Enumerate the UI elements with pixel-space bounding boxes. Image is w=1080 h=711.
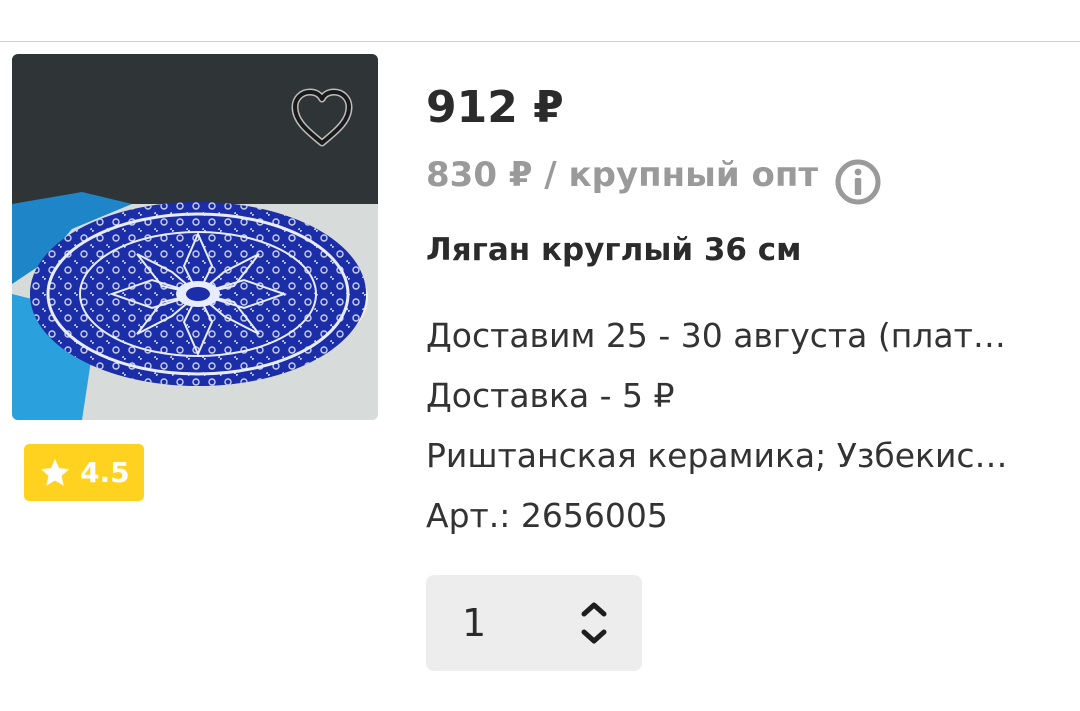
wholesale-price: 830 ₽ / крупный опт	[426, 155, 819, 195]
rating-value: 4.5	[80, 455, 130, 489]
delivery-cost: Доставка - 5 ₽	[426, 376, 675, 415]
price: 912 ₽	[426, 82, 564, 133]
up-down-chevron-icon[interactable]	[576, 599, 612, 647]
heart-outline-icon	[291, 88, 353, 147]
top-divider	[0, 41, 1080, 42]
info-circle-icon[interactable]	[834, 158, 882, 206]
product-description: Риштанская керамика; Узбекистан	[426, 436, 1026, 475]
product-title[interactable]: Ляган круглый 36 см	[426, 228, 802, 272]
quantity-value[interactable]: 1	[462, 575, 486, 671]
quantity-stepper[interactable]: 1	[426, 575, 642, 671]
rating-badge: 4.5	[24, 444, 144, 501]
favorite-button[interactable]	[289, 87, 355, 149]
product-card: 4.5 912 ₽ 830 ₽ / крупный опт Ляган круг…	[0, 0, 1080, 711]
star-icon	[40, 458, 70, 486]
wholesale-price-row: 830 ₽ / крупный опт	[426, 150, 882, 205]
article-number: Арт.: 2656005	[426, 496, 668, 535]
delivery-date: Доставим 25 - 30 августа (платно)	[426, 316, 1026, 355]
